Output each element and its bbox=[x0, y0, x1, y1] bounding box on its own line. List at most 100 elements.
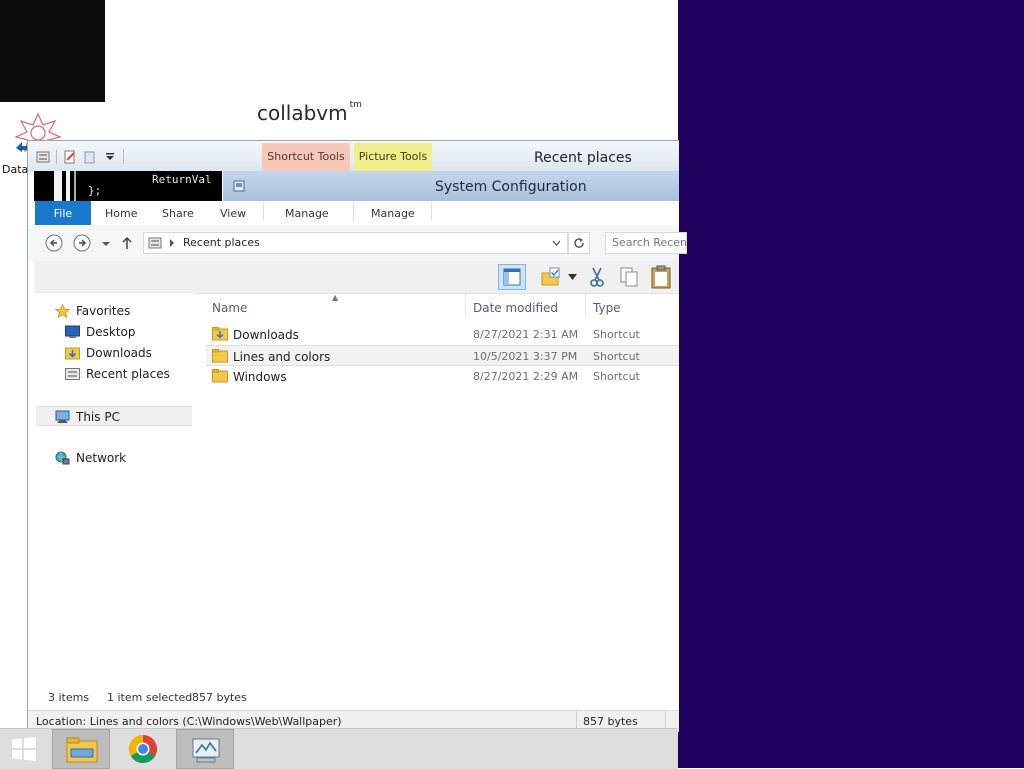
back-icon[interactable] bbox=[45, 234, 63, 252]
breadcrumb-chevron-icon[interactable] bbox=[168, 238, 176, 248]
address-path: Recent places bbox=[183, 236, 260, 249]
nav-favorites[interactable]: Favorites bbox=[34, 301, 192, 321]
column-separator[interactable] bbox=[465, 293, 466, 317]
tab-manage-picture[interactable]: Manage bbox=[371, 201, 415, 225]
status-bar: 3 items 1 item selected 857 bytes bbox=[28, 685, 679, 707]
windows-logo-icon bbox=[12, 737, 36, 761]
data-desktop-icon-label: Data bbox=[2, 163, 29, 176]
computer-icon bbox=[55, 410, 70, 423]
sort-ascending-icon: ▲ bbox=[332, 293, 339, 302]
file-type: Shortcut bbox=[593, 370, 640, 383]
scissors-icon bbox=[590, 267, 604, 287]
chevron-down-icon[interactable] bbox=[552, 239, 561, 247]
file-list: ▲ Name Date modified Type Downloads 8/27… bbox=[206, 293, 679, 683]
ribbon-separator bbox=[263, 203, 264, 221]
file-name: Lines and colors bbox=[233, 350, 331, 364]
tab-file[interactable]: File bbox=[35, 201, 91, 225]
details-size: 857 bytes bbox=[583, 715, 638, 728]
taskbar bbox=[0, 728, 678, 769]
tab-share[interactable]: Share bbox=[162, 201, 194, 225]
file-explorer-window: Shortcut Tools Picture Tools Recent plac… bbox=[27, 140, 687, 732]
taskbar-system-configuration[interactable] bbox=[176, 729, 234, 769]
file-explorer-icon bbox=[66, 737, 98, 763]
pane-layout-icon bbox=[503, 268, 521, 286]
shortcut-tools-tab[interactable]: Shortcut Tools bbox=[262, 143, 350, 171]
table-row-selected[interactable]: Lines and colors 10/5/2021 3:37 PM Short… bbox=[206, 345, 679, 366]
tab-view[interactable]: View bbox=[220, 201, 246, 225]
desktop-icon bbox=[65, 325, 80, 338]
console-window-fragment: ReturnVal }; bbox=[34, 171, 222, 201]
navigation-pane: Favorites Desktop Downloads Recent place… bbox=[34, 293, 194, 683]
column-header-date-modified[interactable]: Date modified bbox=[473, 301, 558, 315]
collabvm-logo: collabvm tm bbox=[257, 100, 362, 125]
file-date: 8/27/2021 2:29 AM bbox=[473, 370, 579, 383]
refresh-button[interactable] bbox=[568, 232, 590, 254]
nav-network[interactable]: Network bbox=[34, 448, 192, 468]
nav-desktop[interactable]: Desktop bbox=[34, 322, 192, 342]
copy-button[interactable] bbox=[617, 264, 641, 290]
window-title: Recent places bbox=[534, 150, 632, 166]
search-input[interactable] bbox=[606, 233, 686, 251]
collabvm-logo-text: collabvm bbox=[257, 101, 348, 125]
nav-recent-places-label: Recent places bbox=[86, 367, 170, 381]
nav-this-pc[interactable]: This PC bbox=[36, 406, 192, 426]
file-date: 8/27/2021 2:31 AM bbox=[473, 328, 579, 341]
file-date: 10/5/2021 3:37 PM bbox=[473, 350, 578, 363]
recent-places-icon bbox=[36, 151, 50, 163]
downloads-folder-icon bbox=[65, 347, 80, 360]
column-header-name[interactable]: Name bbox=[212, 301, 247, 315]
ribbon-separator bbox=[353, 203, 354, 221]
column-separator[interactable] bbox=[585, 293, 586, 317]
downloads-folder-icon bbox=[212, 327, 228, 341]
title-bar: Shortcut Tools Picture Tools Recent plac… bbox=[28, 141, 679, 171]
nav-recent-places[interactable]: Recent places bbox=[34, 364, 192, 384]
chevron-down-icon[interactable] bbox=[103, 150, 117, 164]
ribbon-tabs: File Home Share View Manage Manage bbox=[28, 201, 679, 226]
recent-places-icon bbox=[148, 237, 162, 249]
cut-button[interactable] bbox=[585, 264, 609, 290]
nav-desktop-label: Desktop bbox=[86, 325, 136, 339]
quick-access-toolbar bbox=[36, 149, 124, 165]
file-type: Shortcut bbox=[593, 328, 640, 341]
paste-button[interactable] bbox=[648, 264, 674, 290]
search-box[interactable] bbox=[605, 232, 687, 254]
black-overlay-block bbox=[0, 0, 105, 102]
forward-icon[interactable] bbox=[73, 234, 91, 252]
taskbar-file-explorer[interactable] bbox=[52, 729, 110, 769]
tab-home[interactable]: Home bbox=[105, 201, 137, 225]
ribbon-separator bbox=[431, 203, 432, 221]
status-selected: 1 item selected bbox=[107, 691, 193, 704]
recent-locations-chevron-icon[interactable] bbox=[100, 234, 112, 252]
table-row[interactable]: Windows 8/27/2021 2:29 AM Shortcut bbox=[206, 366, 679, 387]
column-header-type[interactable]: Type bbox=[593, 301, 621, 315]
copy-icon bbox=[620, 267, 638, 287]
nav-downloads[interactable]: Downloads bbox=[34, 343, 192, 363]
system-configuration-titlebar[interactable]: System Configuration bbox=[223, 171, 679, 201]
folder-properties-button[interactable] bbox=[538, 264, 578, 290]
command-toolbar bbox=[34, 261, 679, 294]
collabvm-logo-mark: tm bbox=[349, 100, 362, 111]
console-line-1: ReturnVal bbox=[152, 173, 212, 186]
chevron-down-icon[interactable] bbox=[568, 274, 577, 280]
properties-icon[interactable] bbox=[63, 150, 77, 164]
system-configuration-icon bbox=[192, 738, 220, 763]
system-configuration-icon bbox=[233, 180, 245, 192]
table-row[interactable]: Downloads 8/27/2021 2:31 AM Shortcut bbox=[206, 324, 679, 345]
picture-tools-tab[interactable]: Picture Tools bbox=[354, 143, 432, 171]
star-icon bbox=[55, 304, 70, 318]
recent-places-icon bbox=[65, 368, 80, 380]
console-bars bbox=[54, 171, 76, 201]
address-input[interactable]: Recent places bbox=[143, 232, 568, 254]
start-button[interactable] bbox=[0, 729, 48, 769]
new-folder-icon[interactable] bbox=[83, 150, 97, 164]
taskbar-chrome[interactable] bbox=[114, 729, 172, 769]
network-icon bbox=[55, 451, 70, 465]
nav-this-pc-label: This PC bbox=[76, 410, 120, 424]
up-arrow-icon[interactable] bbox=[120, 234, 134, 252]
nav-downloads-label: Downloads bbox=[86, 346, 152, 360]
status-size: 857 bytes bbox=[192, 691, 247, 704]
tab-manage-shortcut[interactable]: Manage bbox=[285, 201, 329, 225]
details-pane-button[interactable] bbox=[498, 264, 526, 290]
clipboard-icon bbox=[651, 265, 671, 289]
console-line-2: }; bbox=[88, 184, 102, 197]
